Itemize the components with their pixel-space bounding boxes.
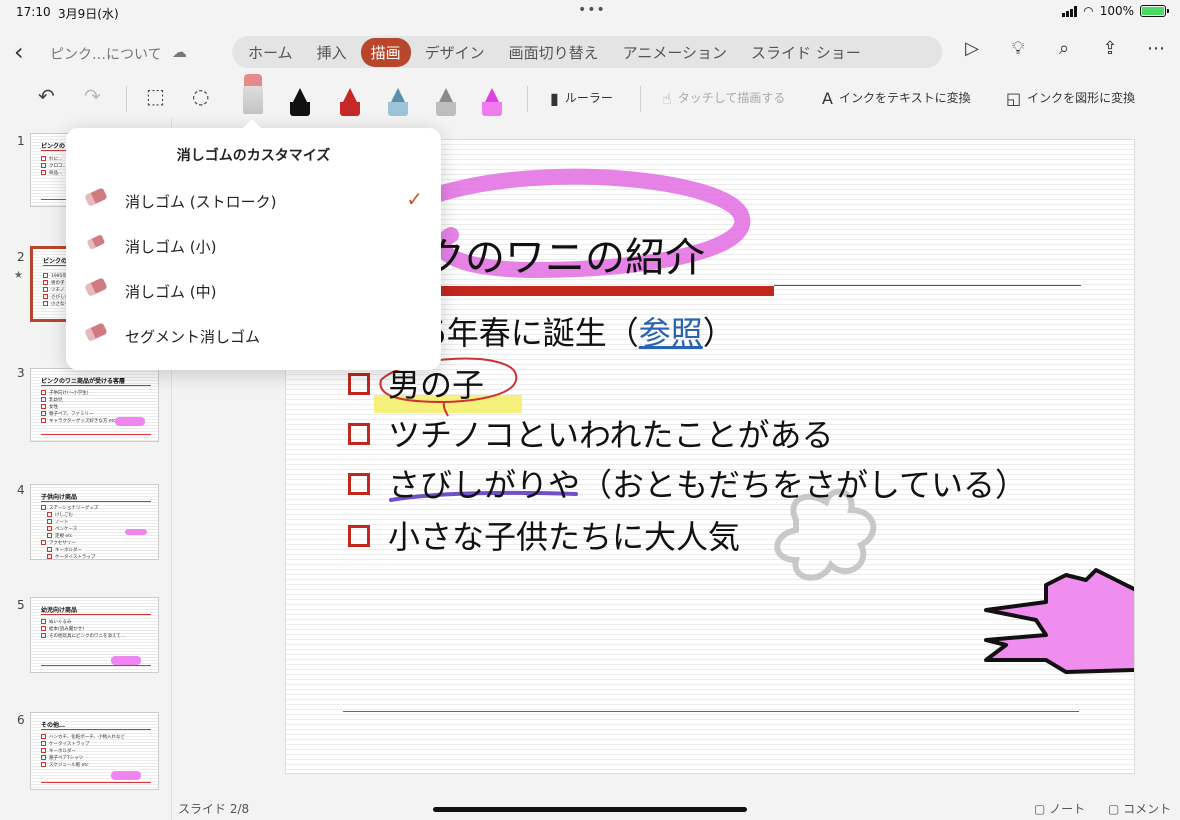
notes-button[interactable]: ▢ ノート — [1034, 800, 1085, 817]
tab-home[interactable]: ホーム — [238, 38, 303, 67]
undo-icon[interactable]: ↶ — [38, 84, 55, 108]
touch-hand-icon: ☝ — [662, 89, 672, 108]
eraser-small-icon — [86, 234, 106, 250]
ribbon-tabs: ホーム 挿入 描画 デザイン 画面切り替え アニメーション スライド ショー — [232, 36, 942, 68]
home-indicator[interactable] — [433, 807, 747, 812]
ink-shape-icon: ◱ — [1006, 89, 1022, 108]
tab-design[interactable]: デザイン — [415, 38, 495, 67]
ink-text-icon: A — [822, 89, 833, 108]
status-date: 3月9日(水) — [58, 7, 119, 21]
eraser-medium-option[interactable]: 消しゴム (中) — [66, 269, 441, 313]
slide-count: スライド 2/8 — [178, 802, 250, 816]
slide-thumbnail-3[interactable]: ピンクのワニ商品が受ける客層 子供向け(〜小学生) 乳幼児 女性 親子ペア、ファ… — [30, 368, 159, 442]
bullet-lonely[interactable]: さびしがりや（おともだちをさがしている） — [348, 460, 1027, 506]
ruler-button[interactable]: ▮ ルーラー — [550, 89, 613, 108]
eraser-customize-popover: 消しゴムのカスタマイズ 消しゴム (ストローク) ✓ 消しゴム (小) 消しゴム… — [66, 119, 441, 370]
bullet-tsuchinoko[interactable]: ツチノコといわれたことがある — [348, 410, 833, 456]
crocodile-drawing — [125, 529, 147, 535]
segment-eraser-icon — [84, 322, 108, 342]
slide-thumbnail-6[interactable]: その他… ハンカチ、化粧ポーチ、小物入れなど ケータイストラップ キーホルダー … — [30, 712, 159, 790]
multitask-dots-icon[interactable]: ••• — [578, 2, 606, 18]
eraser-stroke-icon — [84, 187, 108, 207]
redo-icon[interactable]: ↷ — [84, 84, 101, 108]
search-icon[interactable]: ⌕ — [1052, 38, 1076, 59]
ruler-icon: ▮ — [550, 89, 559, 108]
play-icon[interactable]: ▷ — [960, 38, 984, 59]
select-rect-icon[interactable]: ⬚ — [146, 84, 165, 108]
checkmark-icon: ✓ — [406, 187, 423, 211]
thumb-number: 1 — [17, 134, 25, 148]
checkbox-bullet — [348, 525, 370, 547]
touch-draw-button[interactable]: ☝ タッチして描画する — [662, 89, 785, 108]
status-bar: 17:10 3月9日(水) ••• ◠ 100% — [0, 0, 1180, 24]
slide-thumbnail-4[interactable]: 子供向け商品 ステーショナリーグッズ けしごむ ノート ペンケース 定規 etc… — [30, 484, 159, 560]
ink-to-shape-button[interactable]: ◱ インクを図形に変換 — [1006, 89, 1135, 108]
cloud-sync-icon[interactable]: ☁ — [172, 43, 187, 61]
slide-footer-line — [343, 711, 1079, 712]
back-chevron-icon[interactable]: ‹ — [14, 38, 24, 66]
thumb-number: 6 — [17, 713, 25, 727]
ink-to-text-button[interactable]: A インクをテキストに変換 — [822, 89, 971, 108]
pen-gray[interactable] — [436, 88, 456, 116]
slide-thumbnail-5[interactable]: 幼児向け商品 ぬいぐるみ 絵本(読み聞かせ) その他玩具にピンクのワニを添えて… — [30, 597, 159, 673]
eraser-small-option[interactable]: 消しゴム (小) — [66, 224, 441, 268]
status-footer: スライド 2/8 ▢ ノート ▢ コメント — [172, 790, 1180, 820]
draw-toolbar: ↶ ↷ ⬚ ◌ ▮ ルーラー ☝ タッチして描画する A インクをテキストに変換 ◱ イ… — [0, 74, 1180, 118]
lasso-icon[interactable]: ◌ — [192, 84, 209, 108]
star-icon: ★ — [14, 270, 23, 281]
thumb-number: 4 — [17, 483, 25, 497]
tab-animations[interactable]: アニメーション — [613, 38, 737, 67]
pen-black[interactable] — [290, 88, 310, 116]
tab-transitions[interactable]: 画面切り替え — [499, 38, 609, 67]
ribbon-header: ‹ ピンク…について ☁ ホーム 挿入 描画 デザイン 画面切り替え アニメーシ… — [0, 24, 1180, 80]
highlighter-pink[interactable] — [482, 88, 502, 116]
share-icon[interactable]: ⇪ — [1098, 38, 1122, 59]
eraser-stroke-option[interactable]: 消しゴム (ストローク) ✓ — [66, 179, 441, 223]
checkbox-bullet — [348, 373, 370, 395]
battery-icon — [1140, 5, 1169, 17]
title-underline-thin — [774, 285, 1081, 286]
battery-percent: 100% — [1099, 4, 1134, 18]
crocodile-drawing — [115, 417, 145, 426]
crocodile-drawing — [111, 656, 141, 665]
tab-slideshow[interactable]: スライド ショー — [741, 38, 871, 67]
eraser-tool[interactable] — [243, 74, 263, 114]
reference-link[interactable]: 参照 — [639, 314, 703, 352]
popover-title: 消しゴムのカスタマイズ — [176, 148, 331, 164]
segment-eraser-option[interactable]: セグメント消しゴム — [66, 314, 441, 358]
bullet-birth[interactable]: 95年春に誕生（参照） — [406, 308, 735, 354]
thumb-number: 5 — [17, 598, 25, 612]
bullet-popular[interactable]: 小さな子供たちに大人気 — [348, 512, 740, 558]
wifi-icon: ◠ — [1083, 4, 1094, 18]
eraser-medium-icon — [84, 277, 108, 297]
checkbox-bullet — [348, 473, 370, 495]
notes-icon: ▢ — [1034, 802, 1050, 816]
cellular-signal-icon — [1062, 5, 1078, 17]
crocodile-drawing — [111, 771, 141, 780]
status-time: 17:10 — [16, 5, 51, 19]
thumb-number: 2 — [17, 250, 25, 264]
pen-red[interactable] — [340, 88, 360, 116]
document-title[interactable]: ピンク…について — [50, 44, 162, 64]
slide-title[interactable]: クのワニの紹介 — [425, 225, 705, 283]
comment-icon: ▢ — [1108, 802, 1124, 816]
tab-draw[interactable]: 描画 — [360, 37, 411, 67]
lightbulb-icon[interactable]: 💡︎ — [1006, 38, 1030, 59]
thumb-number: 3 — [17, 366, 25, 380]
tab-insert[interactable]: 挿入 — [307, 38, 357, 67]
checkbox-bullet — [348, 423, 370, 445]
more-icon[interactable]: ⋯ — [1144, 38, 1168, 59]
comments-button[interactable]: ▢ コメント — [1108, 800, 1171, 817]
pen-blue[interactable] — [388, 88, 408, 116]
